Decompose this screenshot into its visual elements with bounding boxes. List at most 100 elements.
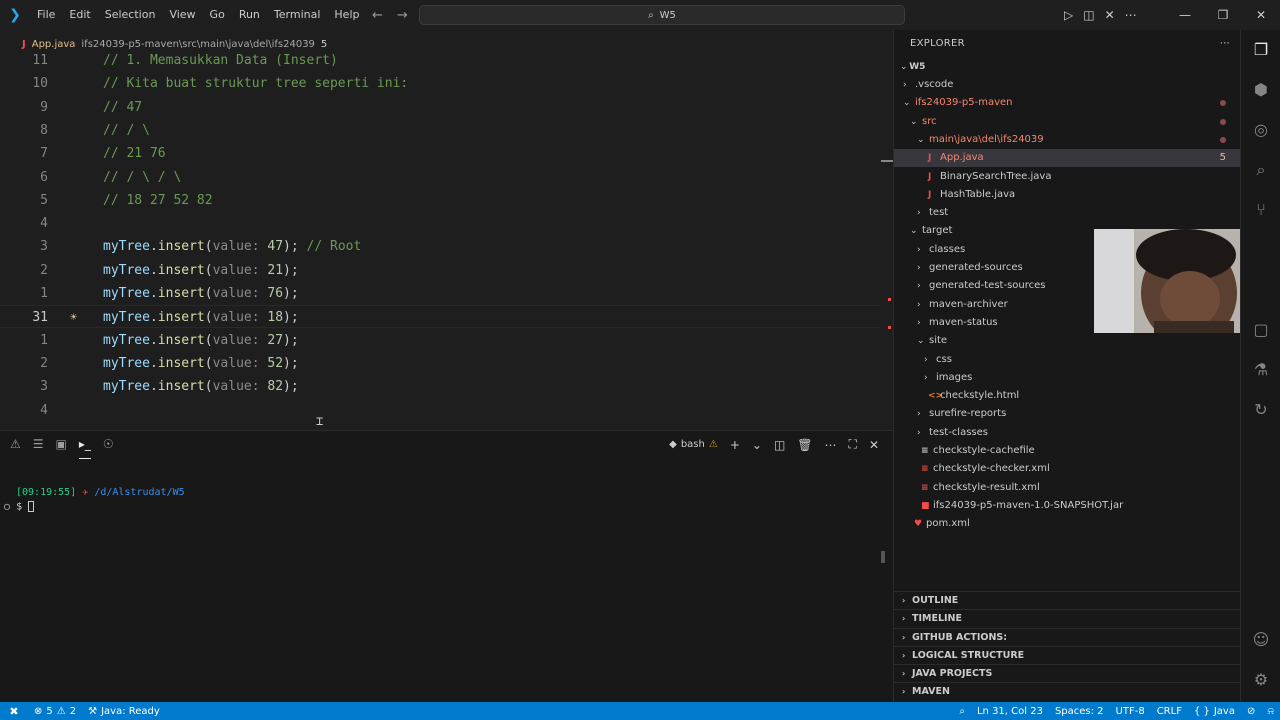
tree-item-checkstyle-result-xml[interactable]: ≡ checkstyle-result.xml <box>894 479 1240 497</box>
menu-item-selection[interactable]: Selection <box>98 0 163 30</box>
new-terminal-icon[interactable]: + <box>730 438 740 452</box>
tree-item-src[interactable]: ⌄ src <box>894 113 1240 131</box>
indentation-status[interactable]: Spaces: 2 <box>1049 706 1110 717</box>
section-java-projects[interactable]: › JAVA PROJECTS <box>894 664 1240 682</box>
more-actions-icon[interactable]: ⋯ <box>825 438 837 452</box>
notifications-icon[interactable]: ⍾ <box>1261 706 1280 717</box>
tree-item-checkstyle-checker-xml[interactable]: ≡ checkstyle-checker.xml <box>894 460 1240 478</box>
tree-item-binarysearchtree-java[interactable]: J BinarySearchTree.java <box>894 168 1240 186</box>
error-marker <box>888 326 891 329</box>
terminal-shell-selector[interactable]: ◆ bash ⚠ <box>669 439 718 450</box>
tree-item-css[interactable]: › css <box>894 351 1240 369</box>
remote-icon[interactable]: ▢ <box>1241 320 1280 339</box>
source-control-icon[interactable]: ⑂ <box>1241 200 1280 219</box>
section-github-actions[interactable]: › GITHUB ACTIONS: <box>894 627 1240 646</box>
account-icon[interactable]: ☺ <box>1241 630 1280 649</box>
section-logical-structure[interactable]: › LOGICAL STRUCTURE <box>894 645 1240 664</box>
section-timeline[interactable]: › TIMELINE <box>894 609 1240 627</box>
remote-indicator-icon[interactable]: ✖ <box>0 705 28 718</box>
zoom-icon[interactable]: ⌕ <box>953 706 971 717</box>
menu-item-run[interactable]: Run <box>232 0 267 30</box>
more-actions-icon[interactable]: ⋯ <box>1220 30 1230 58</box>
more-actions-icon[interactable]: ⋯ <box>1125 8 1137 22</box>
section-outline[interactable]: › OUTLINE <box>894 591 1240 609</box>
terminal-tab-icon[interactable]: ▸_ <box>78 437 91 459</box>
tree-item-checkstyle-html[interactable]: <>checkstyle.html <box>894 387 1240 405</box>
chevron-right-icon: › <box>902 614 906 624</box>
back-arrow-icon[interactable]: ← <box>372 8 383 23</box>
section-maven[interactable]: › MAVEN <box>894 682 1240 700</box>
lightbulb-icon[interactable]: ☀ <box>70 306 77 329</box>
code-punct: ( <box>204 332 213 348</box>
tree-item-surefire-reports[interactable]: › surefire-reports <box>894 405 1240 423</box>
search-icon[interactable]: ⌕ <box>1241 160 1280 180</box>
encoding-status[interactable]: UTF-8 <box>1110 706 1151 717</box>
code-line: 1 myTree.insert(value: 76); <box>0 282 880 305</box>
maximize-panel-icon[interactable]: ⛶ <box>849 437 857 452</box>
cursor-position[interactable]: Ln 31, Col 23 <box>971 706 1049 717</box>
tree-item-pom-xml[interactable]: ♥ pom.xml <box>894 515 1240 533</box>
menu-item-file[interactable]: File <box>30 0 62 30</box>
language-mode[interactable]: { } Java <box>1188 706 1241 717</box>
minimize-icon[interactable]: — <box>1166 0 1204 30</box>
gear-icon[interactable]: ⚙ <box>1241 670 1280 689</box>
breadcrumb-file[interactable]: App.java <box>32 39 76 50</box>
split-editor-icon[interactable]: ◫ <box>1083 8 1094 22</box>
run-icon[interactable]: ▷ <box>1064 8 1073 22</box>
window-close-icon[interactable]: ✕ <box>1242 0 1280 30</box>
code-punct: . <box>149 286 158 301</box>
gitlens-icon[interactable]: ↻ <box>1241 400 1280 419</box>
forward-arrow-icon[interactable]: → <box>397 8 408 23</box>
menu-item-go[interactable]: Go <box>203 0 232 30</box>
kill-terminal-icon[interactable]: 🗑 <box>797 438 812 452</box>
code-punct: ( <box>204 379 213 395</box>
tree-item-ifs24039-p5-maven-1-0-snapshot-jar[interactable]: ■ ifs24039-p5-maven-1.0-SNAPSHOT.jar <box>894 497 1240 515</box>
close-editor-icon[interactable]: ✕ <box>1105 8 1115 22</box>
menu-item-edit[interactable]: Edit <box>62 0 97 30</box>
menu-item-help[interactable]: Help <box>327 0 366 30</box>
tree-item-images[interactable]: › images <box>894 369 1240 387</box>
tree-item-hashtable-java[interactable]: J HashTable.java <box>894 186 1240 204</box>
tree-item--vscode[interactable]: › .vscode <box>894 76 1240 94</box>
code-method: insert <box>157 239 205 255</box>
eol-status[interactable]: CRLF <box>1151 706 1188 717</box>
ports-tab-icon[interactable]: ☉ <box>103 437 114 459</box>
workspace-root[interactable]: ⌄ W5 <box>894 58 1240 76</box>
code-comment: // 18 27 52 82 <box>103 192 213 208</box>
java-status[interactable]: ⚒ Java: Ready <box>82 706 166 717</box>
copilot-icon[interactable]: ⊘ <box>1241 706 1261 717</box>
tree-item-checkstyle-cachefile[interactable]: ≡ checkstyle-cachefile <box>894 442 1240 460</box>
code-comment: // / \ <box>103 122 150 138</box>
output-tab-icon[interactable]: ☰ <box>33 437 44 459</box>
problems-tab-icon[interactable]: ⚠ <box>10 437 21 459</box>
menu-item-terminal[interactable]: Terminal <box>267 0 328 30</box>
terminal-scrollbar[interactable] <box>881 551 885 563</box>
section-label: GITHUB ACTIONS: <box>912 631 1008 643</box>
tree-item-test-classes[interactable]: › test-classes <box>894 424 1240 442</box>
tree-item-app-java[interactable]: J App.java 5 <box>894 149 1240 168</box>
tree-item-test[interactable]: › test <box>894 204 1240 222</box>
extensions-icon[interactable]: ◎ <box>1241 120 1280 139</box>
tree-item-site[interactable]: ⌄ site <box>894 332 1240 350</box>
debug-console-tab-icon[interactable]: ▣ <box>56 437 67 459</box>
close-panel-icon[interactable]: ✕ <box>869 438 879 452</box>
split-terminal-icon[interactable]: ◫ <box>774 438 785 452</box>
explorer-icon[interactable]: ❐ <box>1241 40 1280 59</box>
command-center-search[interactable]: ⌕ W5 <box>419 5 905 25</box>
chevron-down-icon[interactable]: ⌄ <box>752 438 762 452</box>
tree-item-main-java-del-ifs24039[interactable]: ⌄ main\java\del\ifs24039 <box>894 131 1240 149</box>
code-editor[interactable]: 11// 1. Memasukkan Data (Insert) 10// Kit… <box>0 53 893 430</box>
menu-item-view[interactable]: View <box>162 0 202 30</box>
code-punct: ( <box>204 310 213 326</box>
terminal-output[interactable]: [09:19:55] ✈ /d/Alstrudat/W5 ○ $ <box>4 487 185 513</box>
code-text: // Kita buat struktur tree seperti ini: <box>103 72 408 95</box>
testing-icon[interactable]: ⚗ <box>1241 360 1280 379</box>
warning-icon: ⚠ <box>56 705 66 717</box>
python-icon[interactable]: ⬢ <box>1241 80 1280 99</box>
chevron-right-icon: › <box>902 669 906 679</box>
problems-status[interactable]: ⊗ 5 ⚠ 2 <box>28 706 82 717</box>
restore-icon[interactable]: ❐ <box>1204 0 1242 30</box>
breadcrumb-path[interactable]: ifs24039-p5-maven\src\main\java\del\ifs2… <box>81 39 315 50</box>
tree-item-ifs24039-p5-maven[interactable]: ⌄ ifs24039-p5-maven <box>894 94 1240 112</box>
